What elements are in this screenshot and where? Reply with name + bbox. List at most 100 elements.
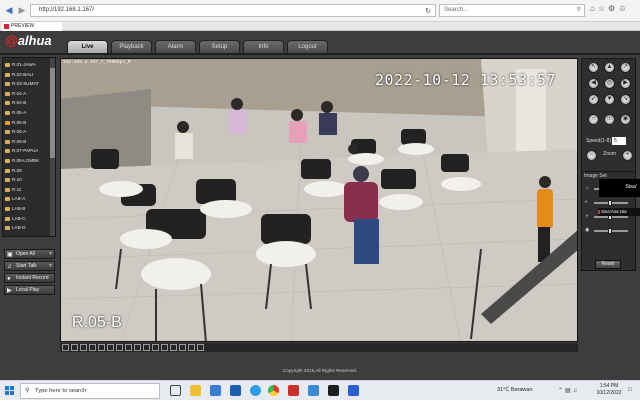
chevron-down-icon[interactable]: ▼ xyxy=(48,262,53,270)
instant-record-button[interactable]: ● Instant Record xyxy=(4,273,55,283)
live-video-view[interactable]: 192.168.2.167_7_768Kbps_M 2022-10-12 13:… xyxy=(60,58,578,342)
slider-knob[interactable] xyxy=(608,200,612,206)
channel-item[interactable]: R.02-BALIM xyxy=(3,70,55,80)
ptz-preset-button[interactable]: ○ xyxy=(588,114,599,125)
speed-select[interactable]: 5 xyxy=(612,137,626,145)
back-icon[interactable]: ◀ xyxy=(3,4,15,16)
search-icon[interactable]: ⚲ xyxy=(577,5,581,16)
tab-setup[interactable]: Setup xyxy=(199,40,240,53)
mail-icon[interactable] xyxy=(210,385,221,396)
address-bar[interactable]: http://192.168.1.167/ ↻ xyxy=(30,4,436,17)
tab-playback[interactable]: Playback xyxy=(111,40,152,53)
app-icon[interactable] xyxy=(288,385,299,396)
channel-item[interactable]: R.10 xyxy=(3,175,51,185)
ptz-down-right-button[interactable]: ↘ xyxy=(620,94,631,105)
ie-icon[interactable] xyxy=(308,385,319,396)
close-all-icon[interactable] xyxy=(197,344,204,351)
channel-item[interactable]: R.07-PAPUA xyxy=(3,146,51,156)
ptz-up-left-button[interactable]: ↖ xyxy=(588,62,599,73)
layout-13-icon[interactable] xyxy=(116,344,123,351)
saturation-slider[interactable] xyxy=(594,214,628,220)
ptz-center-button[interactable]: ◎ xyxy=(604,78,615,89)
channel-item[interactable]: LAB-BM xyxy=(3,204,55,214)
notification-icon[interactable]: □ xyxy=(628,387,632,393)
weather-widget[interactable]: 31°C Berawan xyxy=(497,387,533,393)
ptz-left-button[interactable]: ◀ xyxy=(588,78,599,89)
ptz-down-button[interactable]: ▼ xyxy=(604,94,615,105)
edge-icon[interactable] xyxy=(250,385,261,396)
tab-live[interactable]: Live xyxy=(67,40,108,53)
start-talk-button[interactable]: ♫ Start Talk ▼ xyxy=(4,261,55,271)
layout-8-icon[interactable] xyxy=(107,344,114,351)
channel-item[interactable]: LAB-JRGN xyxy=(3,233,51,236)
record-toggle-icon[interactable] xyxy=(161,344,168,351)
word-icon[interactable] xyxy=(348,385,359,396)
taskbar-search-input[interactable]: ⚲ Type here to search xyxy=(20,383,160,399)
forward-icon[interactable]: ▶ xyxy=(16,4,28,16)
store-icon[interactable] xyxy=(230,385,241,396)
taskbar-clock[interactable]: 1:54 PM 10/12/2022 xyxy=(594,383,624,397)
tab-alarm[interactable]: Alarm xyxy=(155,40,196,53)
browser-search-input[interactable]: Search... ⚲ xyxy=(439,4,585,17)
snapshot-icon[interactable] xyxy=(152,344,159,351)
chevron-down-icon[interactable]: ▼ xyxy=(48,250,53,258)
chrome-icon[interactable] xyxy=(268,385,279,396)
system-tray[interactable]: ⌃▤♫ xyxy=(558,387,579,394)
browser-tab[interactable]: PREVIEW xyxy=(2,22,62,31)
layout-20-icon[interactable] xyxy=(134,344,141,351)
network-icon[interactable]: ▤ xyxy=(565,388,573,394)
channel-item[interactable]: R.06-AM xyxy=(3,127,55,137)
reset-button[interactable]: Reset xyxy=(595,260,621,269)
layout-9-icon[interactable] xyxy=(80,344,87,351)
home-icon[interactable]: ⌂ xyxy=(590,4,598,13)
refresh-icon[interactable]: ↻ xyxy=(425,6,431,17)
channel-item[interactable]: R.06-BM xyxy=(3,137,55,147)
channel-item[interactable]: LAB-C xyxy=(3,214,51,224)
ptz-up-right-button[interactable]: ↗ xyxy=(620,62,631,73)
channel-item[interactable]: R.01-JAWAM xyxy=(3,60,55,70)
fullscreen-icon[interactable] xyxy=(89,344,96,351)
channel-item[interactable]: R.04-A xyxy=(3,89,51,99)
channel-item[interactable]: R.11 xyxy=(3,185,51,195)
ptz-up-button[interactable]: ▲ xyxy=(604,62,615,73)
zoom-icon[interactable] xyxy=(179,344,186,351)
windows-start-icon[interactable] xyxy=(5,386,15,396)
ptz-down-left-button[interactable]: ↙ xyxy=(588,94,599,105)
layout-4-icon[interactable] xyxy=(71,344,78,351)
hue-slider[interactable] xyxy=(594,228,628,234)
open-all-button[interactable]: ▣ Open All ▼ xyxy=(4,249,55,259)
task-view-icon[interactable] xyxy=(170,385,181,396)
channel-item[interactable]: R.05-A xyxy=(3,108,51,118)
scrollbar-thumb[interactable] xyxy=(50,68,55,158)
channel-scrollbar[interactable] xyxy=(50,58,55,236)
layout-1-icon[interactable] xyxy=(62,344,69,351)
channel-item[interactable]: R.03-SUMATM xyxy=(3,79,55,89)
channel-item[interactable]: R.04-B xyxy=(3,98,51,108)
layout-25-icon[interactable] xyxy=(143,344,150,351)
terminal-icon[interactable] xyxy=(328,385,339,396)
channel-item[interactable]: R.08-LOMBK xyxy=(3,156,51,166)
channel-item[interactable]: LAB-AM xyxy=(3,194,55,204)
channel-item[interactable]: LAB-D xyxy=(3,223,51,233)
contrast-slider[interactable] xyxy=(594,200,628,206)
gear-icon[interactable]: ⚙ xyxy=(608,4,618,13)
chevron-up-icon[interactable]: ⌃ xyxy=(558,388,565,394)
volume-icon[interactable]: ♫ xyxy=(573,388,580,394)
local-play-button[interactable]: ▶ Local Play xyxy=(4,285,55,295)
layout-6-icon[interactable] xyxy=(98,344,105,351)
slider-knob[interactable] xyxy=(608,228,612,234)
tab-info[interactable]: Info xyxy=(243,40,284,53)
audio-icon[interactable] xyxy=(170,344,177,351)
channel-item[interactable]: R.09 xyxy=(3,166,51,176)
file-explorer-icon[interactable] xyxy=(190,385,201,396)
star-icon[interactable]: ☆ xyxy=(598,4,608,13)
ptz-tour-button[interactable]: ☉ xyxy=(604,114,615,125)
ptz-right-button[interactable]: ▶ xyxy=(620,78,631,89)
tab-logout[interactable]: Logout xyxy=(287,40,328,53)
stream-icon[interactable] xyxy=(188,344,195,351)
layout-16-icon[interactable] xyxy=(125,344,132,351)
ptz-pattern-button[interactable]: ◉ xyxy=(620,114,631,125)
smiley-icon[interactable]: ☺ xyxy=(618,4,629,13)
zoom-in-button[interactable]: + xyxy=(622,150,633,161)
channel-item[interactable]: R.05-BM xyxy=(3,118,55,128)
